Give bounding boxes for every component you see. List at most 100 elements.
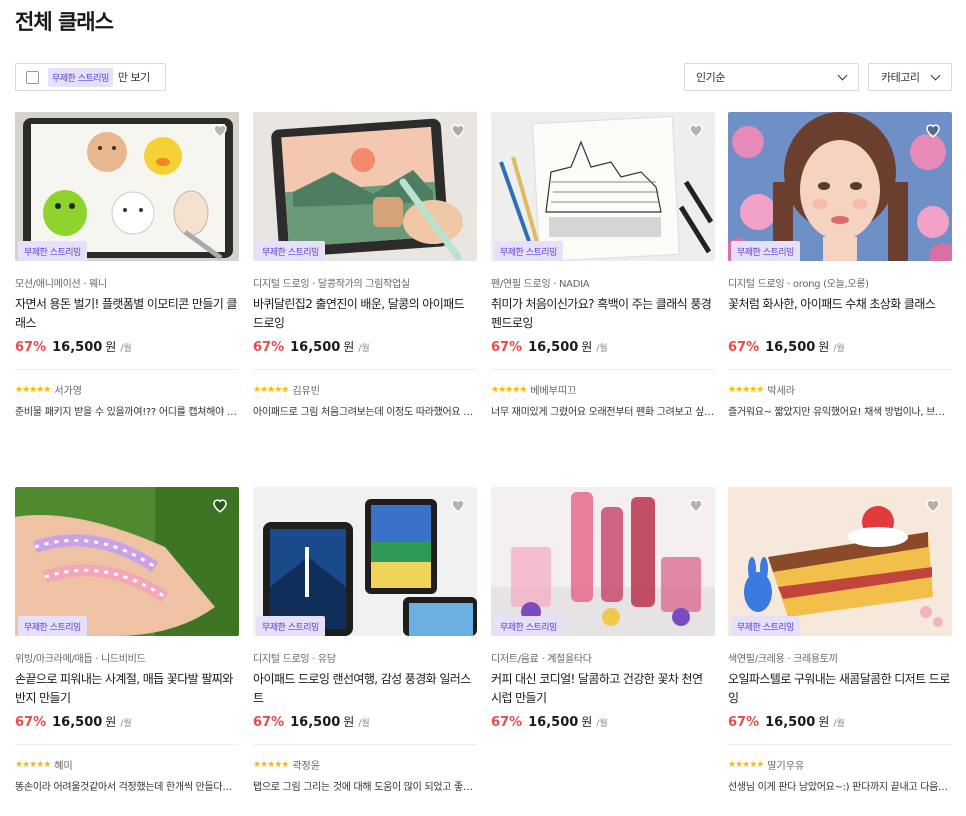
currency: 원 [343,715,355,729]
price-row: 67% 16,500 원 /월 [253,338,477,355]
heart-icon[interactable] [924,121,942,139]
review-header: ★★★★★ 혜미 [15,757,239,773]
price-row: 67% 16,500 원 /월 [15,713,239,730]
price: 16,500 [765,715,816,730]
class-title[interactable]: 취미가 처음이신가요? 흑백이 주는 클래식 풍경 펜드로잉 [491,295,715,333]
reviewer-name: 혜미 [54,761,73,772]
discount-rate: 67% [15,715,47,730]
price: 16,500 [528,715,579,730]
page-title: 전체 클래스 [15,10,114,34]
heart-icon[interactable] [687,496,705,514]
class-card[interactable]: 무제한 스트리밍 색연필/크레용 · 크레용토끼 오일파스텔로 구워내는 새콤달… [728,487,952,793]
heart-icon[interactable] [211,496,229,514]
streaming-filter-label: 만 보기 [117,71,150,84]
class-title[interactable]: 바퀴달린집2 출연진이 배운, 달콩의 아이패드 드로잉 [253,295,477,333]
class-category: 디지털 드로잉 · 유담 [253,654,336,665]
class-title[interactable]: 오일파스텔로 구워내는 새콤달콤한 디저트 드로잉 [728,670,952,708]
class-card[interactable]: 무제한 스트리밍 위빙/마크라메/매듭 · 니드비비드 손끝으로 피워내는 사계… [15,487,239,793]
price-period: /월 [596,344,608,354]
class-thumbnail[interactable]: 무제한 스트리밍 [491,487,715,636]
price-period: /월 [833,719,845,729]
discount-rate: 67% [491,340,523,355]
discount-rate: 67% [253,340,285,355]
class-category: 디저트/음료 · 계절을타다 [491,654,592,665]
price: 16,500 [290,715,341,730]
streaming-filter-checkbox[interactable] [26,70,39,84]
reviewer-name: 박세라 [767,386,795,397]
review-header: ★★★★★ 곽정윤 [253,757,477,773]
divider [728,369,952,370]
class-title[interactable]: 꽃처럼 화사한, 아이패드 수채 초상화 클래스 [728,295,952,333]
class-thumbnail-image [491,487,715,636]
currency: 원 [581,715,593,729]
review-header: ★★★★★ 박세라 [728,382,952,398]
star-rating: ★★★★★ [728,759,764,770]
streaming-filter-toggle[interactable]: 무제한 스트리밍 만 보기 [15,63,166,91]
divider [491,369,715,370]
class-thumbnail[interactable]: 무제한 스트리밍 [15,487,239,636]
currency: 원 [581,340,593,354]
class-card[interactable]: 무제한 스트리밍 디지털 드로잉 · orong (오늘,오롱) 꽃처럼 화사한… [728,112,952,418]
class-title[interactable]: 자면서 용돈 벌기! 플랫폼별 이모티콘 만들기 클래스 [15,295,239,333]
class-thumbnail-image [15,487,239,636]
streaming-badge: 무제한 스트리밍 [18,241,87,261]
reviewer-name: 서가영 [54,386,82,397]
streaming-filter-badge: 무제한 스트리밍 [48,67,113,87]
class-card[interactable]: 무제한 스트리밍 모션/애니메이션 · 웨니 자면서 용돈 벌기! 플랫폼별 이… [15,112,239,418]
price-period: /월 [358,344,370,354]
category-select-label: 카테고리 [881,71,920,84]
streaming-badge: 무제한 스트리밍 [731,616,800,636]
price: 16,500 [52,340,103,355]
review-header: ★★★★★ 딸기우유 [728,757,952,773]
class-thumbnail[interactable]: 무제한 스트리밍 [728,487,952,636]
streaming-badge: 무제한 스트리밍 [494,241,563,261]
discount-rate: 67% [15,340,47,355]
streaming-badge: 무제한 스트리밍 [18,616,87,636]
currency: 원 [818,715,830,729]
price-row: 67% 16,500 원 /월 [728,713,952,730]
star-rating: ★★★★★ [491,384,527,395]
heart-icon[interactable] [687,121,705,139]
class-thumbnail-image [253,112,477,261]
discount-rate: 67% [491,715,523,730]
reviewer-name: 곽정윤 [292,761,320,772]
category-select[interactable]: 카테고리 [868,63,952,91]
class-thumbnail[interactable]: 무제한 스트리밍 [728,112,952,261]
class-thumbnail[interactable]: 무제한 스트리밍 [15,112,239,261]
class-thumbnail[interactable]: 무제한 스트리밍 [253,487,477,636]
class-card[interactable]: 무제한 스트리밍 디저트/음료 · 계절을타다 커피 대신 코디얼! 달콤하고 … [491,487,715,730]
class-category: 색연필/크레용 · 크레용토끼 [728,654,838,665]
class-title[interactable]: 손끝으로 피워내는 사계절, 매듭 꽃다발 팔찌와 반지 만들기 [15,670,239,708]
price: 16,500 [765,340,816,355]
streaming-badge: 무제한 스트리밍 [494,616,563,636]
sort-select[interactable]: 인기순 [684,63,859,91]
class-title[interactable]: 커피 대신 코디얼! 달콤하고 건강한 꽃차 천연 시럽 만들기 [491,670,715,708]
heart-icon[interactable] [449,121,467,139]
sort-select-value: 인기순 [696,71,725,84]
currency: 원 [818,340,830,354]
class-title[interactable]: 아이패드 드로잉 랜선여행, 감성 풍경화 일러스트 [253,670,477,708]
class-category: 위빙/마크라메/매듭 · 니드비비드 [15,654,146,665]
price-period: /월 [833,344,845,354]
discount-rate: 67% [253,715,285,730]
streaming-badge: 무제한 스트리밍 [731,241,800,261]
reviewer-name: 딸기우유 [767,761,805,772]
star-rating: ★★★★★ [15,759,51,770]
price-row: 67% 16,500 원 /월 [253,713,477,730]
class-category: 디지털 드로잉 · 달콩작가의 그림작업실 [253,279,410,290]
class-thumbnail[interactable]: 무제한 스트리밍 [253,112,477,261]
reviewer-name: 베베부띠끄 [530,386,577,397]
class-thumbnail-image [253,487,477,636]
price: 16,500 [290,340,341,355]
heart-icon[interactable] [924,496,942,514]
heart-icon[interactable] [449,496,467,514]
class-thumbnail-image [491,112,715,261]
class-thumbnail[interactable]: 무제한 스트리밍 [491,112,715,261]
review-text: 너무 재미있게 그렸어요 오래전부터 펜화 그려보고 싶었거든요 [491,407,715,418]
class-card[interactable]: 무제한 스트리밍 디지털 드로잉 · 유담 아이패드 드로잉 랜선여행, 감성 … [253,487,477,793]
class-card[interactable]: 무제한 스트리밍 디지털 드로잉 · 달콩작가의 그림작업실 바퀴달린집2 출연… [253,112,477,418]
divider [253,369,477,370]
heart-icon[interactable] [211,121,229,139]
class-card[interactable]: 무제한 스트리밍 펜/연필 드로잉 · NADIA 취미가 처음이신가요? 흑백… [491,112,715,418]
class-category: 디지털 드로잉 · orong (오늘,오롱) [728,279,869,290]
